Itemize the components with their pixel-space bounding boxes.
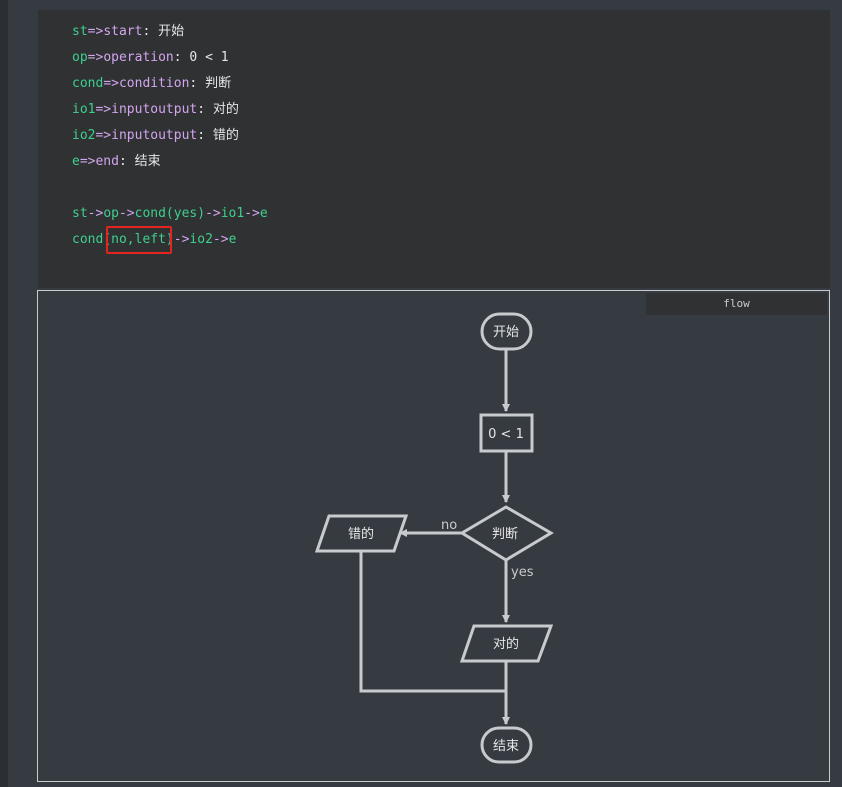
- start-label: 开始: [493, 325, 519, 340]
- operation-label: 0 < 1: [488, 427, 524, 442]
- end-label: 结束: [493, 739, 519, 754]
- flowchart-diagram: 开始 0 < 1 判断 错的 对的 结束 no yes: [314, 312, 554, 764]
- edge-io2-end: [359, 551, 506, 693]
- yes-edge-label: yes: [511, 565, 534, 580]
- condition-label: 判断: [492, 527, 518, 542]
- io-yes-label: 对的: [493, 636, 519, 652]
- io-no-label: 错的: [348, 526, 374, 542]
- no-edge-label: no: [441, 518, 457, 533]
